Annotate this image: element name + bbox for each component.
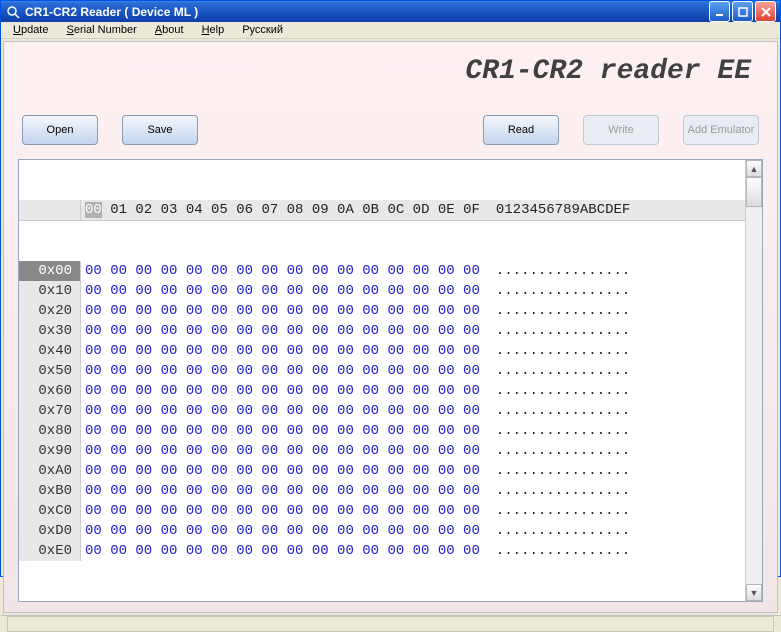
ascii-cells: ................	[480, 301, 630, 321]
hex-row[interactable]: 0x6000 00 00 00 00 00 00 00 00 00 00 00 …	[19, 381, 745, 401]
hex-scrollbar[interactable]: ▲ ▼	[745, 160, 762, 601]
app-header-title: CR1-CR2 reader EE	[10, 46, 771, 99]
ascii-cells: ................	[480, 501, 630, 521]
ascii-cells: ................	[480, 281, 630, 301]
hex-row[interactable]: 0xD000 00 00 00 00 00 00 00 00 00 00 00 …	[19, 521, 745, 541]
read-button[interactable]: Read	[483, 115, 559, 145]
hex-bytes[interactable]: 00 00 00 00 00 00 00 00 00 00 00 00 00 0…	[81, 341, 480, 361]
hex-bytes[interactable]: 00 00 00 00 00 00 00 00 00 00 00 00 00 0…	[81, 541, 480, 561]
ascii-cells: ................	[480, 481, 630, 501]
addr-cell: 0xA0	[19, 461, 81, 481]
ascii-cells: ................	[480, 461, 630, 481]
add-emulator-button: Add Emulator	[683, 115, 759, 145]
hex-row[interactable]: 0x0000 00 00 00 00 00 00 00 00 00 00 00 …	[19, 261, 745, 281]
hex-bytes[interactable]: 00 00 00 00 00 00 00 00 00 00 00 00 00 0…	[81, 281, 480, 301]
hex-row[interactable]: 0xB000 00 00 00 00 00 00 00 00 00 00 00 …	[19, 481, 745, 501]
hex-row[interactable]: 0x3000 00 00 00 00 00 00 00 00 00 00 00 …	[19, 321, 745, 341]
scroll-down-icon[interactable]: ▼	[746, 584, 762, 601]
app-window: CR1-CR2 Reader ( Device ML ) Update Seri…	[0, 0, 781, 577]
ascii-cells: ................	[480, 381, 630, 401]
ascii-cells: ................	[480, 401, 630, 421]
ascii-header: 0123456789ABCDEF	[480, 200, 630, 220]
ascii-cells: ................	[480, 541, 630, 561]
hex-header-row: 00 01 02 03 04 05 06 07 08 09 0A 0B 0C 0…	[19, 200, 745, 221]
addr-cell: 0x60	[19, 381, 81, 401]
hex-bytes[interactable]: 00 00 00 00 00 00 00 00 00 00 00 00 00 0…	[81, 521, 480, 541]
hex-row[interactable]: 0x4000 00 00 00 00 00 00 00 00 00 00 00 …	[19, 341, 745, 361]
hex-row[interactable]: 0x9000 00 00 00 00 00 00 00 00 00 00 00 …	[19, 441, 745, 461]
ascii-cells: ................	[480, 361, 630, 381]
addr-header	[19, 200, 81, 220]
hex-row[interactable]: 0x8000 00 00 00 00 00 00 00 00 00 00 00 …	[19, 421, 745, 441]
window-controls	[709, 1, 776, 22]
addr-cell: 0x20	[19, 301, 81, 321]
hex-row[interactable]: 0xA000 00 00 00 00 00 00 00 00 00 00 00 …	[19, 461, 745, 481]
content-area: CR1-CR2 reader EE Open Save Read Write A…	[3, 41, 778, 613]
hex-row[interactable]: 0x1000 00 00 00 00 00 00 00 00 00 00 00 …	[19, 281, 745, 301]
addr-cell: 0x80	[19, 421, 81, 441]
hex-table[interactable]: 00 01 02 03 04 05 06 07 08 09 0A 0B 0C 0…	[19, 160, 745, 601]
save-button[interactable]: Save	[122, 115, 198, 145]
addr-cell: 0xC0	[19, 501, 81, 521]
hex-row[interactable]: 0x5000 00 00 00 00 00 00 00 00 00 00 00 …	[19, 361, 745, 381]
hex-row[interactable]: 0x2000 00 00 00 00 00 00 00 00 00 00 00 …	[19, 301, 745, 321]
addr-cell: 0x50	[19, 361, 81, 381]
hex-bytes[interactable]: 00 00 00 00 00 00 00 00 00 00 00 00 00 0…	[81, 481, 480, 501]
titlebar[interactable]: CR1-CR2 Reader ( Device ML )	[1, 1, 780, 22]
open-button[interactable]: Open	[22, 115, 98, 145]
hex-row[interactable]: 0xC000 00 00 00 00 00 00 00 00 00 00 00 …	[19, 501, 745, 521]
hex-rows: 0x0000 00 00 00 00 00 00 00 00 00 00 00 …	[19, 261, 745, 561]
maximize-button[interactable]	[732, 1, 753, 22]
hex-row[interactable]: 0xE000 00 00 00 00 00 00 00 00 00 00 00 …	[19, 541, 745, 561]
addr-cell: 0x30	[19, 321, 81, 341]
menu-russian[interactable]: Русский	[234, 22, 291, 38]
hex-bytes[interactable]: 00 00 00 00 00 00 00 00 00 00 00 00 00 0…	[81, 461, 480, 481]
hex-bytes[interactable]: 00 00 00 00 00 00 00 00 00 00 00 00 00 0…	[81, 441, 480, 461]
write-button: Write	[583, 115, 659, 145]
ascii-cells: ................	[480, 441, 630, 461]
hex-bytes[interactable]: 00 00 00 00 00 00 00 00 00 00 00 00 00 0…	[81, 421, 480, 441]
ascii-cells: ................	[480, 341, 630, 361]
menubar: Update Serial Number About Help Русский	[1, 22, 780, 39]
ascii-cells: ................	[480, 261, 630, 281]
hex-bytes[interactable]: 00 00 00 00 00 00 00 00 00 00 00 00 00 0…	[81, 321, 480, 341]
scroll-thumb[interactable]	[746, 177, 762, 207]
close-button[interactable]	[755, 1, 776, 22]
hex-row[interactable]: 0x7000 00 00 00 00 00 00 00 00 00 00 00 …	[19, 401, 745, 421]
statusbar	[1, 615, 780, 632]
status-text	[7, 616, 774, 632]
hex-bytes[interactable]: 00 00 00 00 00 00 00 00 00 00 00 00 00 0…	[81, 361, 480, 381]
hex-col-header: 00 01 02 03 04 05 06 07 08 09 0A 0B 0C 0…	[81, 200, 480, 220]
minimize-button[interactable]	[709, 1, 730, 22]
addr-cell: 0x70	[19, 401, 81, 421]
addr-cell: 0xB0	[19, 481, 81, 501]
hex-bytes[interactable]: 00 00 00 00 00 00 00 00 00 00 00 00 00 0…	[81, 261, 480, 281]
app-icon	[5, 4, 21, 20]
hex-bytes[interactable]: 00 00 00 00 00 00 00 00 00 00 00 00 00 0…	[81, 301, 480, 321]
addr-cell: 0x10	[19, 281, 81, 301]
toolbar: Open Save Read Write Add Emulator	[10, 99, 771, 159]
addr-cell: 0x40	[19, 341, 81, 361]
menu-about[interactable]: About	[147, 22, 192, 38]
addr-cell: 0x90	[19, 441, 81, 461]
hex-bytes[interactable]: 00 00 00 00 00 00 00 00 00 00 00 00 00 0…	[81, 401, 480, 421]
hex-bytes[interactable]: 00 00 00 00 00 00 00 00 00 00 00 00 00 0…	[81, 381, 480, 401]
ascii-cells: ................	[480, 321, 630, 341]
addr-cell: 0xE0	[19, 541, 81, 561]
ascii-cells: ................	[480, 421, 630, 441]
menu-update[interactable]: Update	[5, 22, 56, 38]
ascii-cells: ................	[480, 521, 630, 541]
addr-cell: 0xD0	[19, 521, 81, 541]
hex-viewer: 00 01 02 03 04 05 06 07 08 09 0A 0B 0C 0…	[18, 159, 763, 602]
hex-bytes[interactable]: 00 00 00 00 00 00 00 00 00 00 00 00 00 0…	[81, 501, 480, 521]
scroll-track[interactable]	[746, 177, 762, 584]
menu-help[interactable]: Help	[194, 22, 233, 38]
menu-serial-number[interactable]: Serial Number	[58, 22, 144, 38]
window-title: CR1-CR2 Reader ( Device ML )	[25, 5, 709, 19]
addr-cell: 0x00	[19, 261, 81, 281]
scroll-up-icon[interactable]: ▲	[746, 160, 762, 177]
